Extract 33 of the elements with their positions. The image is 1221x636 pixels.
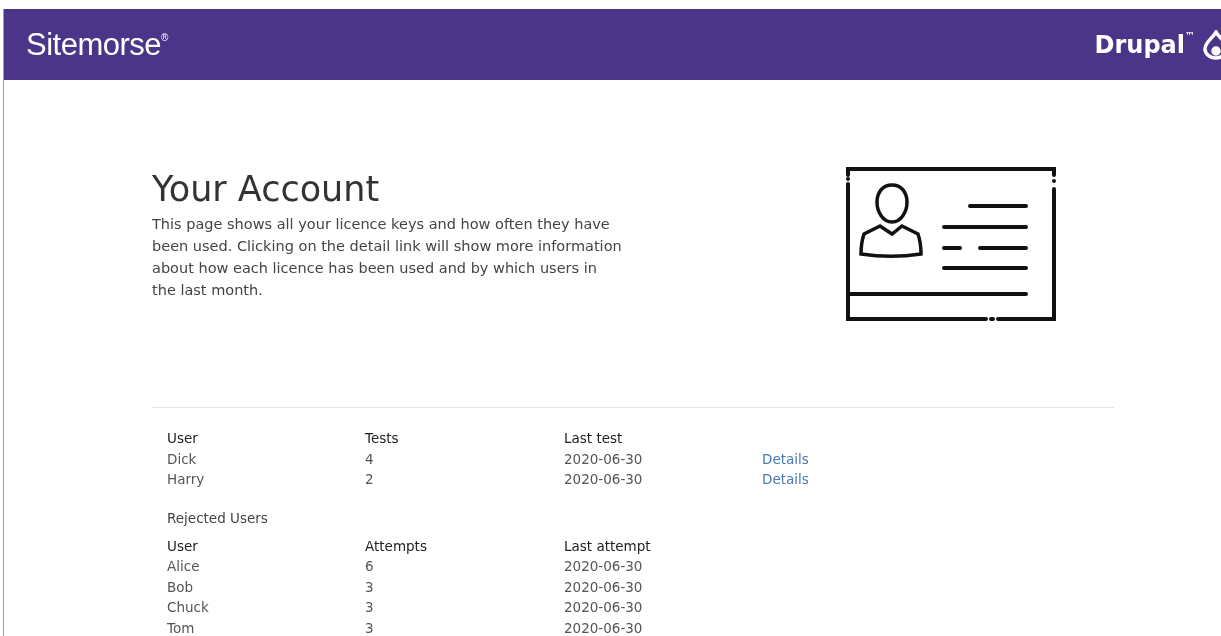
drop-logo-icon [1203,29,1221,60]
table-cell-text: Bob [167,577,195,597]
column-header: Last attempt [564,536,652,556]
details-link[interactable]: Details [762,469,809,490]
table-cell-text: Alice [167,557,201,576]
column-header: Last test [564,429,624,448]
table-cell-text: Dick [167,449,198,469]
table-cell-text: Chuck [167,598,210,617]
page-title: Your Account [152,169,381,209]
section-title: Rejected Users [166,509,269,526]
intro-text: This page shows all your licence keys and how often they have been used. Clicking on the detail link will show more information about how each licence has been used and by which users in the last month. [152,215,622,300]
table-cell-text: 2020-06-30 [564,470,644,489]
table-cell-text: 6 [365,557,375,576]
table-cell-text: 2020-06-30 [564,577,644,597]
drupal-logo: Drupal$^{™}$ [1094,30,1195,59]
table-cell-text: 2020-06-30 [564,618,644,636]
column-header: Tests [365,429,400,448]
table-cell-text: 2 [365,470,375,489]
table-cell-text: 2020-06-30 [564,557,644,576]
table-cell-text: 2020-06-30 [564,598,644,617]
table-cell-text: Tom [167,618,196,636]
table-cell-text: 2020-06-30 [564,449,644,469]
table-cell-text: 3 [365,577,375,597]
sitemorse-logo: Sitemorse$^{®}$ [26,26,168,63]
details-link[interactable]: Details [762,448,809,469]
id-card-icon [846,167,1058,323]
column-header: Attempts [365,536,428,556]
table-cell-text: Harry [167,470,206,489]
column-header: User [167,536,199,556]
table-cell-text: 3 [365,618,375,636]
column-header: User [167,429,199,448]
table-cell-text: 4 [365,449,375,469]
table-cell-text: 3 [365,598,375,617]
